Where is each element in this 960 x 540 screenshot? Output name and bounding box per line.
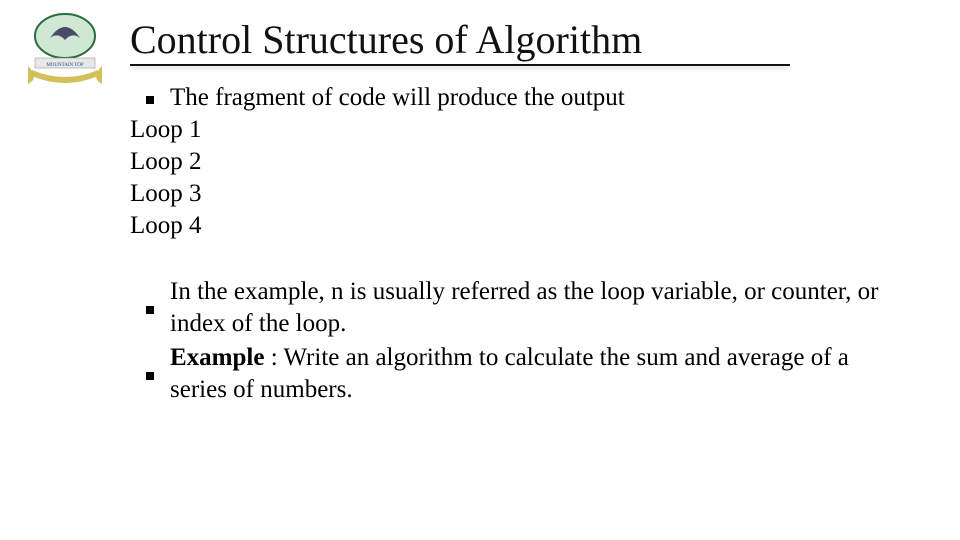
university-logo: MOUNTAIN TOP xyxy=(20,6,110,86)
example-label: Example xyxy=(170,344,264,371)
square-bullet-icon xyxy=(130,82,170,114)
output-line: Loop 4 xyxy=(130,210,910,242)
slide-body: The fragment of code will produce the ou… xyxy=(130,82,910,408)
bullet-item: The fragment of code will produce the ou… xyxy=(130,82,910,114)
example-text: : Write an algorithm to calculate the su… xyxy=(170,344,849,403)
bullet-text: The fragment of code will produce the ou… xyxy=(170,82,910,114)
output-line: Loop 3 xyxy=(130,178,910,210)
bullet-item: In the example, n is usually referred as… xyxy=(130,276,910,340)
bullet-text: Example : Write an algorithm to calculat… xyxy=(170,342,910,406)
svg-text:MOUNTAIN TOP: MOUNTAIN TOP xyxy=(46,63,84,68)
square-bullet-icon xyxy=(130,276,170,340)
bullet-item: Example : Write an algorithm to calculat… xyxy=(130,342,910,406)
title-underline xyxy=(130,64,790,70)
output-line: Loop 2 xyxy=(130,146,910,178)
bullet-text: In the example, n is usually referred as… xyxy=(170,276,910,340)
square-bullet-icon xyxy=(130,342,170,406)
output-line: Loop 1 xyxy=(130,114,910,146)
slide-title: Control Structures of Algorithm xyxy=(130,16,642,63)
